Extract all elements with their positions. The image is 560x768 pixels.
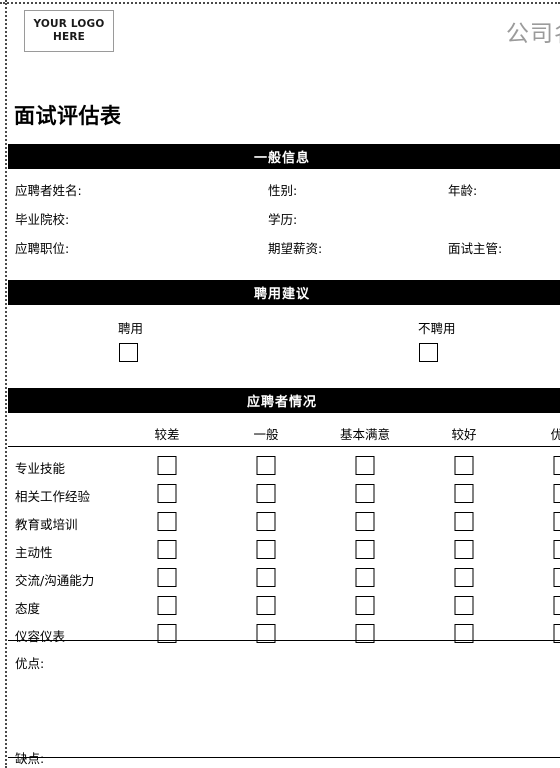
section-header-recommendation: 聘用建议 xyxy=(8,280,560,305)
strengths-label: 优点: xyxy=(15,656,45,671)
rating-column-header: 较好 xyxy=(451,427,477,442)
rating-checkbox[interactable] xyxy=(256,568,276,587)
field-label-school: 毕业院校: xyxy=(15,212,70,227)
interview-evaluation-form-page: YOUR LOGO HERE 公司名称 面试评估表 一般信息 应聘者姓名: 性别… xyxy=(0,0,560,768)
rating-checkbox[interactable] xyxy=(256,596,276,615)
rating-checkbox[interactable] xyxy=(256,456,276,475)
rating-row: 专业技能 xyxy=(0,454,560,481)
rating-row-label: 交流/沟通能力 xyxy=(15,573,95,588)
rating-row: 相关工作经验 xyxy=(0,482,560,509)
logo-line-1: YOUR LOGO xyxy=(33,17,105,30)
field-label-gender: 性别: xyxy=(268,183,298,198)
rating-checkbox[interactable] xyxy=(355,456,375,475)
logo-line-2: HERE xyxy=(52,31,86,43)
rating-checkbox[interactable] xyxy=(454,568,474,587)
rating-row-label: 教育或培训 xyxy=(15,517,78,532)
rating-checkbox[interactable] xyxy=(157,484,177,503)
rating-checkbox[interactable] xyxy=(553,456,560,475)
field-label-education: 学历: xyxy=(268,212,298,227)
table-rule-middle xyxy=(8,640,560,641)
rating-checkbox[interactable] xyxy=(157,456,177,475)
rating-row: 主动性 xyxy=(0,538,560,565)
rating-checkbox[interactable] xyxy=(553,596,560,615)
general-info-row: 应聘职位: 期望薪资: 面试主管: xyxy=(0,238,560,256)
recommendation-checkbox-hire[interactable] xyxy=(119,343,138,362)
field-label-candidate-name: 应聘者姓名: xyxy=(15,183,82,198)
table-rule-bottom xyxy=(8,757,560,758)
rating-column-header: 基本满意 xyxy=(339,427,391,442)
rating-row: 态度 xyxy=(0,594,560,621)
rating-checkbox[interactable] xyxy=(553,540,560,559)
recommendation-option-no-hire: 不聘用 xyxy=(418,318,456,362)
rating-checkbox[interactable] xyxy=(355,540,375,559)
section-header-candidate-evaluation-label: 应聘者情况 xyxy=(246,395,317,410)
rating-row: 交流/沟通能力 xyxy=(0,566,560,593)
rating-checkbox[interactable] xyxy=(157,596,177,615)
rating-column-header: 优秀 xyxy=(550,427,560,442)
recommendation-option-hire-label: 聘用 xyxy=(118,321,144,336)
field-label-expected-salary: 期望薪资: xyxy=(268,241,323,256)
page-margin-guide-top xyxy=(0,2,560,4)
rating-checkbox[interactable] xyxy=(256,484,276,503)
section-header-general-info-label: 一般信息 xyxy=(253,151,310,166)
recommendation-option-hire: 聘用 xyxy=(118,318,143,362)
rating-checkbox[interactable] xyxy=(355,568,375,587)
rating-row-label: 专业技能 xyxy=(15,461,66,476)
rating-column-header: 较差 xyxy=(154,427,180,442)
rating-row-label: 相关工作经验 xyxy=(15,489,91,504)
rating-checkbox[interactable] xyxy=(553,568,560,587)
rating-checkbox[interactable] xyxy=(157,540,177,559)
general-info-row: 应聘者姓名: 性别: 年龄: xyxy=(0,180,560,198)
rating-checkbox[interactable] xyxy=(355,512,375,531)
page-title: 面试评估表 xyxy=(14,104,122,128)
rating-checkbox[interactable] xyxy=(454,512,474,531)
field-label-age: 年龄: xyxy=(448,183,478,198)
recommendation-option-no-hire-label: 不聘用 xyxy=(418,321,456,336)
recommendation-checkbox-no-hire[interactable] xyxy=(419,343,438,362)
rating-checkbox[interactable] xyxy=(256,512,276,531)
rating-checkbox[interactable] xyxy=(355,484,375,503)
rating-row-label: 主动性 xyxy=(15,545,53,560)
field-label-position: 应聘职位: xyxy=(15,241,70,256)
rating-checkbox[interactable] xyxy=(454,540,474,559)
rating-checkbox[interactable] xyxy=(553,512,560,531)
table-rule-top xyxy=(8,446,560,447)
rating-row: 仪容仪表 xyxy=(0,622,560,649)
rating-column-header: 一般 xyxy=(253,427,279,442)
rating-row-label: 仪容仪表 xyxy=(15,629,66,644)
rating-checkbox[interactable] xyxy=(256,540,276,559)
company-name: 公司名称 xyxy=(506,21,560,47)
rating-checkbox[interactable] xyxy=(553,484,560,503)
section-header-recommendation-label: 聘用建议 xyxy=(253,287,310,302)
weaknesses-label: 缺点: xyxy=(15,751,45,766)
rating-checkbox[interactable] xyxy=(454,484,474,503)
section-header-general-info: 一般信息 xyxy=(8,144,560,169)
section-header-candidate-evaluation: 应聘者情况 xyxy=(8,388,560,413)
rating-checkbox[interactable] xyxy=(157,512,177,531)
rating-column-headers: 较差 一般 基本满意 较好 优秀 xyxy=(0,424,560,442)
rating-checkbox[interactable] xyxy=(454,456,474,475)
page-margin-guide-left xyxy=(5,0,7,768)
rating-checkbox[interactable] xyxy=(355,596,375,615)
general-info-row: 毕业院校: 学历: xyxy=(0,209,560,227)
rating-checkbox[interactable] xyxy=(454,596,474,615)
rating-checkbox[interactable] xyxy=(157,568,177,587)
field-label-interviewer: 面试主管: xyxy=(448,241,503,256)
rating-row-label: 态度 xyxy=(15,601,41,616)
logo-placeholder[interactable]: YOUR LOGO HERE xyxy=(24,10,114,52)
rating-row: 教育或培训 xyxy=(0,510,560,537)
